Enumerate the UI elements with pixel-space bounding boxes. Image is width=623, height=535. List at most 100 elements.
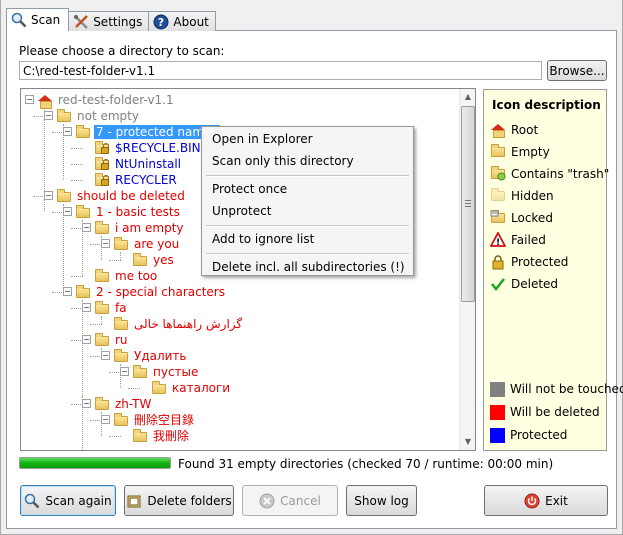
tree-node[interactable]: ru [94,332,130,348]
tree-node[interactable]: are you [113,236,181,252]
tree-node[interactable]: fa [94,300,129,316]
tree-node-label: пустые [153,365,199,379]
red-swatch [490,404,505,420]
tree-expander-icon[interactable]: − [82,399,91,408]
menu-unprotect[interactable]: Unprotect [212,204,271,218]
tree-node[interactable]: 2 - special characters [75,284,227,300]
tree-node-label: 2 - special characters [96,285,225,299]
folder-icon [113,237,129,251]
cancel-icon [259,493,275,509]
tab-scan[interactable]: Scan [6,8,70,31]
folder-icon [94,397,110,411]
scan-again-button[interactable]: Scan again [20,485,116,516]
tree-node-label: ru [115,333,128,347]
tree-expander-icon[interactable]: − [63,127,72,136]
root-icon [37,93,53,109]
tree-expander-icon[interactable]: − [63,287,72,296]
tree-node[interactable]: 我刪除 [132,428,191,444]
tree-guide-line [109,260,121,261]
tree-guide-line [71,164,83,165]
tree-node[interactable]: not empty [56,108,141,124]
checkmark-icon [490,276,506,292]
tree-guide-line [71,180,83,181]
menu-delete-all-subdirectories[interactable]: Delete incl. all subdirectories (!) [212,260,405,274]
tree-expander-icon[interactable]: − [82,335,91,344]
tree-guide-line [109,436,121,437]
legend-empty: Empty [490,144,550,160]
tree-node[interactable]: zh-TW [94,396,153,412]
tree-node[interactable]: $RECYCLE.BIN [94,140,203,156]
hidden-folder-icon [490,188,506,204]
tree-guide-line [71,148,83,149]
tree-expander-icon[interactable]: − [25,95,34,104]
tree-node-label: yes [153,253,174,267]
legend-protected-color: Protected [490,427,567,443]
delete-folders-button[interactable]: Delete folders [124,485,234,516]
tree-expander-icon[interactable]: − [63,207,72,216]
tree-node[interactable]: пустые [132,364,200,380]
tree-expander-icon[interactable]: − [82,223,91,232]
tree-guide-line [82,300,83,404]
magnifier-icon [11,12,27,28]
tree-expander-icon[interactable]: − [44,111,53,120]
tree-expander-icon[interactable]: − [101,239,110,248]
tree-node-label: каталоги [172,381,231,395]
tree-expander-icon[interactable]: − [101,351,110,360]
tree-expander-icon[interactable]: − [120,367,129,376]
folder-icon [94,221,110,235]
legend-title: Icon description [492,98,601,112]
legend-contains-trash: Contains "trash" [490,166,609,182]
tree-node-label: me too [115,269,158,283]
tree-node[interactable]: 7 - protected names [75,124,220,140]
tree-guide-line [101,316,102,324]
scroll-up-arrow-icon[interactable]: ▲ [460,89,475,105]
tree-node-label: fa [115,301,127,315]
svg-text:?: ? [158,16,164,29]
tree-node[interactable]: yes [132,252,176,268]
folder-icon [113,413,129,427]
tree-node[interactable]: me too [94,268,159,284]
menu-protect-once[interactable]: Protect once [212,182,287,196]
exit-button[interactable]: Exit [484,485,608,516]
scan-status-text: Found 31 empty directories (checked 70 /… [178,457,554,471]
scan-progress-bar [19,457,171,469]
tree-node[interactable]: 1 - basic tests [75,204,182,220]
magnifier-icon [24,493,40,509]
folder-icon [94,333,110,347]
empty-folder-icon [490,144,506,160]
tree-node[interactable]: should be deleted [56,188,187,204]
tab-about[interactable]: ? About [148,11,216,31]
tab-settings[interactable]: Settings [68,11,150,31]
menu-open-in-explorer[interactable]: Open in Explorer [212,132,313,146]
scroll-down-arrow-icon[interactable]: ▼ [460,434,475,450]
tree-node[interactable]: Удалить [113,348,189,364]
folder-icon [56,109,72,123]
tree-expander-icon[interactable]: − [82,303,91,312]
delete-folder-icon [126,493,142,509]
tree-expander-icon[interactable]: − [44,191,53,200]
tree-node[interactable]: red-test-folder-v1.1 [37,92,176,109]
legend-locked: Locked [490,210,553,226]
show-log-button[interactable]: Show log [346,485,417,516]
legend-hidden: Hidden [490,188,554,204]
tree-node-label: NtUninstall [115,157,181,171]
tree-node[interactable]: گزارش راهنماها خالی [113,316,244,332]
browse-button[interactable]: Browse... [547,60,607,81]
scroll-thumb[interactable] [461,106,475,302]
tree-node[interactable]: 刪除空目錄 [113,412,196,428]
folder-icon [151,381,167,395]
tree-node[interactable]: каталоги [151,380,232,396]
tree-node[interactable]: RECYCLER [94,172,179,188]
tree-expander-icon[interactable]: − [101,415,110,424]
tree-guide-line [71,276,83,277]
tree-node[interactable]: i am empty [94,220,186,236]
tree-guide-line [128,388,140,389]
menu-add-to-ignore-list[interactable]: Add to ignore list [212,232,314,246]
tree-node-label: Удалить [134,349,187,363]
tree-scrollbar[interactable]: ▲ ▼ [459,89,475,450]
directory-input[interactable]: C:\red-test-folder-v1.1 [19,61,542,80]
legend-deleted: Deleted [490,276,558,292]
menu-scan-only-this-directory[interactable]: Scan only this directory [212,154,354,168]
cancel-button[interactable]: Cancel [242,485,338,516]
tree-node[interactable]: NtUninstall [94,156,183,172]
